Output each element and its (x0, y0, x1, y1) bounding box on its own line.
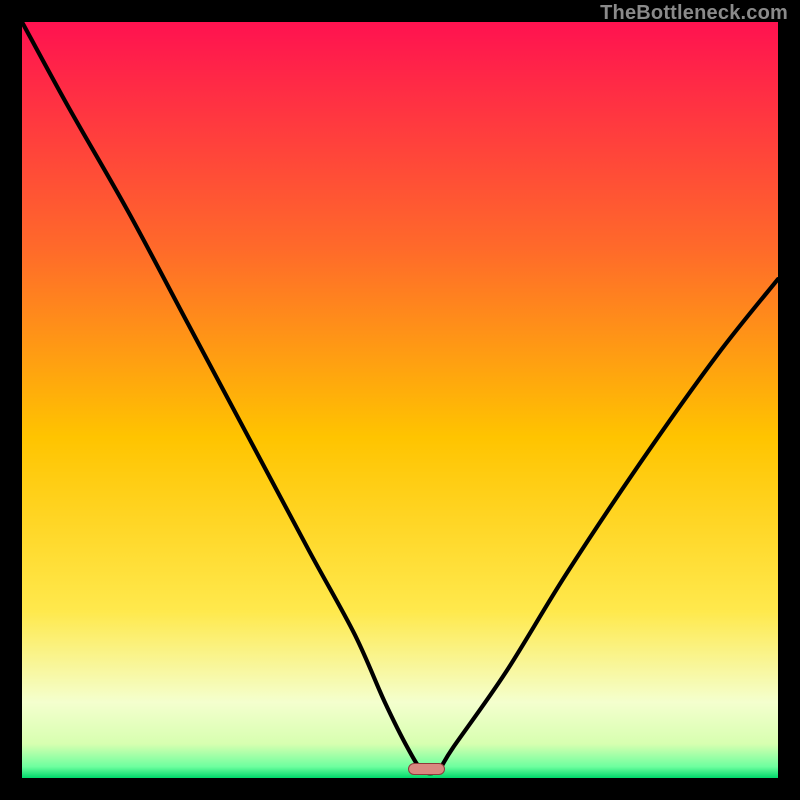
bottleneck-curve (22, 22, 778, 778)
optimal-range-marker (408, 763, 446, 775)
chart-frame: TheBottleneck.com (0, 0, 800, 800)
watermark-text: TheBottleneck.com (600, 2, 788, 25)
plot-area (22, 22, 778, 778)
